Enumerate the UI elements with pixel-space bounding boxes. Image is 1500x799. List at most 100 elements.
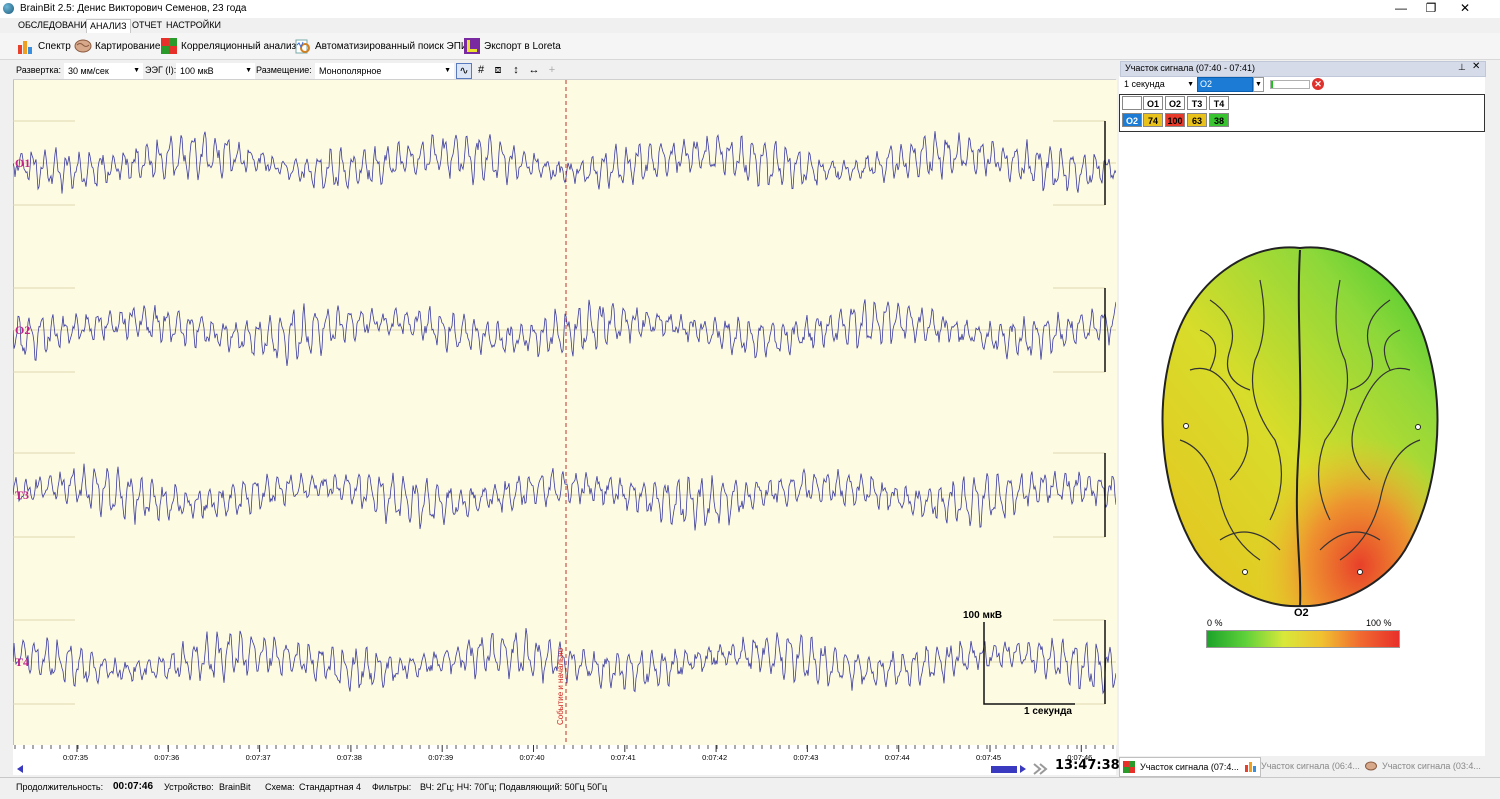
horizontal-resize-icon[interactable]: ↔ — [527, 63, 541, 77]
correlation-label: Корреляционный анализ — [181, 40, 297, 52]
time-tick-label: 0:07:36 — [154, 753, 179, 762]
tab-report[interactable]: ОТЧЕТ — [129, 19, 165, 32]
segment-tab-label: Участок сигнала (06:4... — [1261, 761, 1360, 771]
filters-label: Фильтры: — [372, 782, 412, 792]
channel-label: O1 — [15, 156, 30, 170]
scroll-right-icon — [1020, 765, 1026, 773]
chevron-down-icon: ▼ — [444, 67, 451, 74]
segment-tab-label: Участок сигнала (07:4... — [1140, 762, 1239, 772]
timeline-axis: 0:07:35 0:07:36 0:07:37 0:07:38 0:07:39 0:07:… — [14, 745, 1114, 775]
frame-icon[interactable]: ⧈ — [491, 63, 505, 77]
grid-matrix-icon — [160, 37, 178, 55]
vertical-resize-icon[interactable]: ↕ — [509, 63, 523, 77]
scale-bar — [983, 622, 1075, 705]
chevron-down-icon[interactable]: ▼ — [1253, 77, 1264, 92]
close-button[interactable]: ✕ — [1450, 0, 1480, 18]
channel-select[interactable]: O2 — [1197, 77, 1253, 92]
placement-label: Размещение: — [256, 65, 312, 75]
time-tick-label: 0:07:38 — [337, 753, 362, 762]
restore-button[interactable]: ❐ — [1416, 0, 1446, 18]
duration-label: Продолжительность: — [16, 782, 104, 792]
time-tick-label: 0:07:44 — [885, 753, 910, 762]
eeg-traces: O1 O2 T3 T4 Событие и начально 100 мкВ 1 секун… — [13, 80, 1116, 745]
eeg-gain-value: 100 мкВ — [180, 66, 214, 76]
time-tick-label: 0:07:43 — [793, 753, 818, 762]
color-scale-bar — [1206, 630, 1400, 648]
row-header: O2 — [1122, 113, 1142, 127]
time-tick-label: 0:07:37 — [246, 753, 271, 762]
col-header: O1 — [1143, 96, 1163, 110]
tab-analysis[interactable]: АНАЛИЗ — [86, 19, 131, 33]
tab-settings[interactable]: НАСТРОЙКИ — [163, 19, 224, 32]
correlation-button[interactable]: Корреляционный анализ — [160, 37, 296, 55]
scroll-left-icon — [17, 765, 23, 773]
chevron-down-icon: ▼ — [245, 67, 252, 74]
epi-search-button[interactable]: Автоматизированный поиск ЭПИ — [294, 37, 468, 55]
electrode-t4 — [1415, 424, 1421, 430]
loreta-export-button[interactable]: Экспорт в Loreta — [463, 37, 561, 55]
chevron-down-icon: ▼ — [1187, 81, 1194, 88]
crosshair-icon[interactable]: + — [545, 63, 559, 77]
app-icon — [3, 3, 14, 14]
device-value: BrainBit — [219, 782, 251, 792]
placement-select[interactable]: Монополярное ▼ — [315, 63, 454, 79]
segment-tab-2[interactable]: Участок сигнала (06:4... — [1241, 757, 1381, 775]
correlation-value: 100 — [1165, 113, 1185, 127]
grid-icon[interactable]: # — [474, 63, 488, 77]
spectrum-button[interactable]: Спектр — [17, 37, 71, 55]
electrode-o2 — [1357, 569, 1363, 575]
scheme-value: Стандартная 4 — [299, 782, 362, 792]
bar-chart-icon — [17, 37, 35, 55]
spectrum-label: Спектр — [38, 40, 71, 52]
brain-icon — [1365, 760, 1377, 772]
map-channel-label: O2 — [1294, 607, 1309, 619]
eeg-gain-select[interactable]: 100 мкВ ▼ — [176, 63, 255, 79]
channel-label: T4 — [15, 655, 29, 669]
fast-forward-icon — [1033, 763, 1048, 775]
sweep-select[interactable]: 30 мм/сек ▼ — [64, 63, 143, 79]
scroll-thumb — [991, 766, 1017, 773]
loreta-icon — [463, 37, 481, 55]
col-header: T3 — [1187, 96, 1207, 110]
search-chart-icon — [294, 37, 312, 55]
col-header: T4 — [1209, 96, 1229, 110]
eeg-trace-o2 — [13, 299, 1116, 366]
panel-title: Участок сигнала (07:40 - 07:41) — [1125, 63, 1255, 73]
clear-icon[interactable]: ✕ — [1312, 78, 1324, 90]
chevron-down-icon: ▼ — [133, 67, 140, 74]
scheme-label: Схема: — [265, 782, 295, 792]
time-tick-label: 0:07:41 — [611, 753, 636, 762]
event-label: Событие и начально — [556, 647, 565, 725]
mapping-button[interactable]: Картирование — [74, 37, 160, 55]
waveform-mode-icon[interactable]: ∿ — [456, 63, 472, 79]
brain-icon — [74, 37, 92, 55]
channel-label: T3 — [15, 488, 29, 502]
segment-tab-1[interactable]: Участок сигнала (07:4... — [1119, 757, 1261, 777]
loreta-label: Экспорт в Loreta — [484, 40, 561, 52]
eeg-trace-t3 — [13, 463, 1116, 531]
tab-examination[interactable]: ОБСЛЕДОВАНИЕ — [15, 19, 96, 32]
minimize-button[interactable]: — — [1386, 0, 1416, 18]
pin-icon[interactable]: ⊥ — [1458, 62, 1466, 73]
brain-topography-map — [1161, 246, 1439, 608]
time-tick-label: 0:07:35 — [63, 753, 88, 762]
segment-tab-3[interactable]: Участок сигнала (03:4... — [1362, 757, 1500, 775]
menu-tab-bar — [0, 18, 1500, 33]
electrode-t3 — [1183, 423, 1189, 429]
col-header: O2 — [1165, 96, 1185, 110]
period-value: 1 секунда — [1124, 79, 1165, 89]
segment-tab-label: Участок сигнала (03:4... — [1382, 761, 1481, 771]
time-tick-label: 0:07:40 — [520, 753, 545, 762]
device-label: Устройство: — [164, 782, 214, 792]
placement-value: Монополярное — [319, 66, 382, 76]
period-select[interactable]: 1 секунда ▼ — [1121, 78, 1196, 91]
window-title: BrainBit 2.5: Денис Викторович Семенов, … — [20, 3, 247, 14]
sweep-value: 30 мм/сек — [68, 66, 109, 76]
scale-duration-label: 1 секунда — [1024, 706, 1072, 717]
grid-matrix-icon — [1123, 761, 1135, 773]
time-tick-label: 0:07:42 — [702, 753, 727, 762]
panel-close-button[interactable]: ✕ — [1472, 61, 1480, 72]
mapping-label: Картирование — [95, 40, 161, 52]
channel-label: O2 — [15, 323, 30, 337]
filters-value: ВЧ: 2Гц; НЧ: 70Гц; Подавляющий: 50Гц 50Г… — [420, 782, 608, 792]
